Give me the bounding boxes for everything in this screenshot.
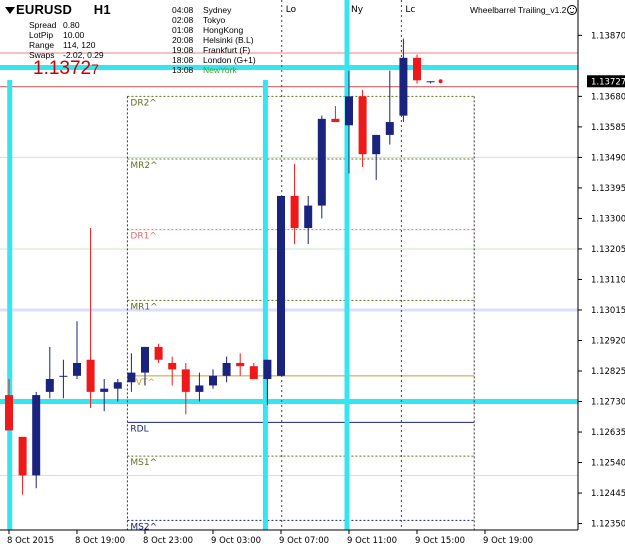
price-main: 1.1372 — [33, 58, 92, 79]
candle-bull — [32, 395, 41, 476]
price-tick-label: 1.13490 — [591, 153, 625, 163]
candle-bull — [45, 379, 54, 392]
price-axis: 1.13870 1.13680 1.13585 1.13490 1.13395 1.133… — [577, 0, 625, 548]
pivot-level-label: MS2^ — [130, 522, 157, 532]
time-tick-label: 9 Oct 07:00 — [279, 536, 329, 546]
candle-bull — [100, 388, 109, 392]
candle-bull — [426, 81, 435, 83]
timeframe-label: H1 — [93, 2, 111, 17]
candle-bear — [181, 369, 190, 392]
current-price-label: 1.13727 — [591, 77, 625, 87]
chart-background — [0, 0, 625, 548]
time-tick-label: 8 Oct 19:00 — [75, 536, 125, 546]
price-chart[interactable]: DR2^MR2^DR1^MR1^PVT^RDLMS1^MS2^ Lo Ny Lc 1… — [0, 0, 625, 548]
candle-bull — [222, 362, 231, 376]
candle-bull — [141, 346, 149, 373]
current-price-marker — [438, 79, 443, 84]
price-tick-label: 1.12635 — [591, 428, 625, 438]
candle-bear — [86, 359, 95, 392]
time-tick-label: 8 Oct 23:00 — [143, 536, 193, 546]
price-tick-label: 1.12540 — [591, 459, 625, 469]
pivot-level-label: DR2^ — [130, 98, 156, 108]
candle-bear — [154, 346, 163, 360]
price-tick-label: 1.13870 — [591, 31, 625, 41]
time-tick-label: 9 Oct 19:00 — [483, 536, 533, 546]
price-tick-label: 1.12445 — [591, 489, 625, 499]
session-label: Lc — [405, 5, 415, 15]
candle-bull — [195, 385, 204, 392]
price-tick-label: 1.13205 — [591, 245, 625, 255]
candle-bear — [413, 57, 421, 81]
price-tick-label: 1.13585 — [591, 123, 625, 133]
sessions-list: 04:08 Sydney 02:08 Tokyo 01:08 HongKong 20:… — [172, 5, 256, 75]
session-row: 19:08 Frankfurt (F) — [172, 45, 251, 55]
pivot-level-label: MR2^ — [130, 161, 157, 171]
time-tick-label: 9 Oct 03:00 — [211, 536, 261, 546]
candle-bear — [168, 362, 177, 370]
symbol-arrow-icon — [5, 7, 15, 14]
candle-bull — [317, 118, 326, 206]
time-tick-label: 8 Oct 2015 — [7, 536, 54, 546]
pivot-level-label: RDL — [130, 424, 148, 434]
price-tick-label: 1.12825 — [591, 367, 625, 377]
symbol-name: EURUSD — [16, 2, 73, 17]
indicator-label: Wheelbarrel Trailing_v1.2 — [470, 5, 578, 15]
info-row: Spread 0.80 — [29, 20, 80, 30]
price-tick-label: 1.13015 — [591, 306, 625, 316]
session-row-active: 13:08 NewYork — [172, 65, 237, 75]
candle-bull — [304, 205, 313, 229]
session-row: 20:08 Helsinki (B.L) — [172, 35, 254, 45]
candle-bear — [358, 96, 367, 155]
current-price-display: 1.13727 — [33, 58, 99, 80]
indicator-name: Wheelbarrel Trailing_v1.2 — [470, 5, 567, 15]
candle-bear — [5, 395, 13, 431]
info-row: LotPip 10.00 — [29, 30, 85, 40]
candle-bull — [113, 382, 122, 389]
price-tick-label: 1.12730 — [591, 398, 625, 408]
info-box: Spread 0.80 LotPip 10.00 Range 114, 120 Swa… — [29, 20, 104, 60]
candle-bull — [73, 362, 81, 376]
candle-bear — [18, 436, 27, 476]
candle-bull — [263, 359, 272, 380]
price-last-digit: 7 — [91, 61, 99, 77]
pivot-level-label: DR1^ — [130, 232, 156, 242]
session-row: 02:08 Tokyo — [172, 15, 226, 25]
price-tick-label: 1.13300 — [591, 214, 625, 224]
candle-bull — [385, 122, 394, 135]
session-row: 18:08 London (G+1) — [172, 55, 256, 65]
price-tick-label: 1.13680 — [591, 92, 625, 102]
candle-bear — [331, 118, 340, 123]
candle-bull — [277, 195, 285, 376]
candle-bull — [345, 96, 353, 126]
candle-bear — [290, 195, 299, 229]
pivot-level-label: MR1^ — [130, 302, 157, 312]
candle-bear — [249, 366, 258, 380]
price-tick-label: 1.13395 — [591, 184, 625, 194]
candle-bull — [372, 134, 381, 155]
price-tick-label: 1.13110 — [591, 275, 625, 285]
candle-bull — [127, 372, 136, 383]
session-row: 04:08 Sydney — [172, 5, 232, 15]
price-tick-label: 1.12920 — [591, 336, 625, 346]
candle-bear — [236, 362, 245, 367]
smiley-icon — [567, 5, 578, 15]
price-tick-label: 1.12350 — [591, 520, 625, 530]
session-label: Ny — [351, 5, 364, 15]
symbol-title: EURUSD H1 — [16, 2, 111, 17]
pivot-level-label: MS1^ — [130, 458, 157, 468]
session-label: Lo — [286, 5, 297, 15]
info-row: Range 114, 120 — [29, 40, 96, 50]
candle-bull — [209, 375, 217, 386]
time-tick-label: 9 Oct 11:00 — [347, 536, 397, 546]
session-row: 01:08 HongKong — [172, 25, 244, 35]
candle-bull — [59, 375, 68, 377]
candle-bull — [399, 57, 408, 116]
time-tick-label: 9 Oct 15:00 — [415, 536, 465, 546]
